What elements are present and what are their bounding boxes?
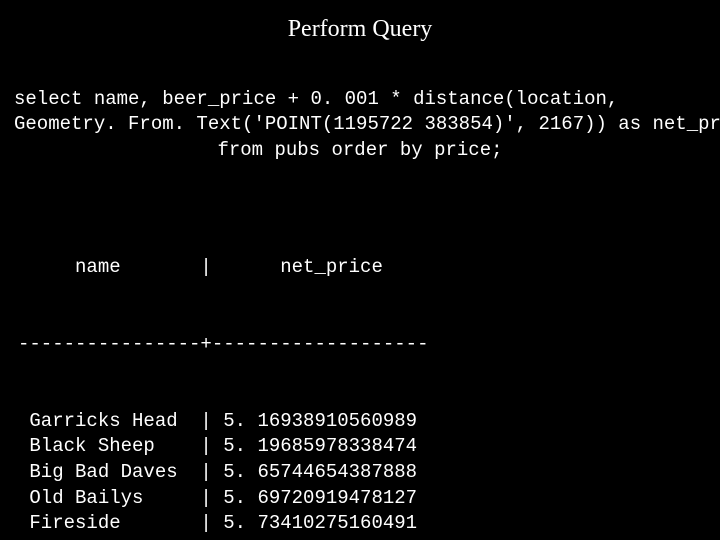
query-line-1: select name, beer_price + 0. 001 * dista…: [14, 88, 618, 110]
results-rows: Garricks Head | 5. 16938910560989 Black …: [18, 409, 706, 540]
results-table: name | net_price ----------------+------…: [18, 204, 706, 540]
results-header: name | net_price: [18, 255, 706, 281]
table-row: Big Bad Daves | 5. 65744654387888: [18, 460, 706, 486]
query-line-2: Geometry. From. Text('POINT(1195722 3838…: [14, 113, 720, 135]
results-divider: ----------------+-------------------: [18, 332, 706, 358]
slide-container: Perform Query select name, beer_price + …: [0, 0, 720, 540]
sql-query-block: select name, beer_price + 0. 001 * dista…: [14, 61, 706, 164]
table-row: Old Bailys | 5. 69720919478127: [18, 486, 706, 512]
table-row: Black Sheep | 5. 19685978338474: [18, 434, 706, 460]
slide-title: Perform Query: [14, 16, 706, 43]
table-row: Fireside | 5. 73410275160491: [18, 511, 706, 537]
table-row: Garricks Head | 5. 16938910560989: [18, 409, 706, 435]
query-line-3: from pubs order by price;: [217, 139, 502, 161]
